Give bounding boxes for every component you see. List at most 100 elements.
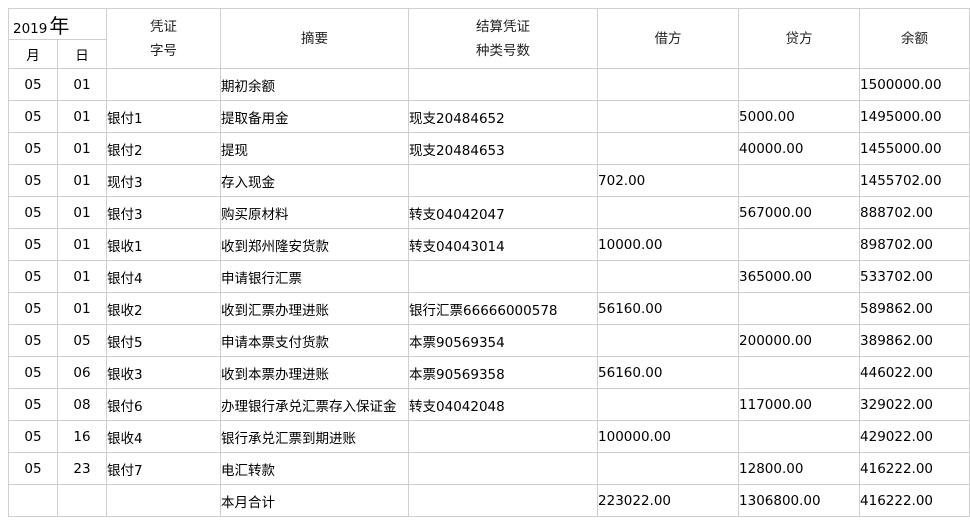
settlement-header-line1: 结算凭证 [476,18,531,35]
summary-cell: 购买原材料 [220,196,410,229]
settlement-cell [408,68,599,101]
voucher-cell: 银收2 [106,292,222,325]
credit-cell [738,420,861,453]
balance-cell: 898702.00 [859,228,970,261]
table-row: 05 08 银付6 办理银行承兑汇票存入保证金 转支04042048 11700… [8,388,970,421]
year-value: 2019 [13,20,48,37]
credit-cell [738,292,861,325]
debit-header: 借方 [597,8,740,69]
debit-cell [597,452,740,485]
summary-cell: 收到本票办理进账 [220,356,410,389]
summary-cell: 收到郑州隆安货款 [220,228,410,261]
balance-cell: 1500000.00 [859,68,970,101]
voucher-cell: 银付5 [106,324,222,357]
debit-cell [597,132,740,165]
voucher-header: 凭证 字号 [106,8,222,69]
day-cell: 01 [56,132,108,165]
month-cell: 05 [8,420,58,453]
summary-header: 摘要 [220,8,410,69]
balance-cell: 329022.00 [859,388,970,421]
debit-cell [597,388,740,421]
table-row: 05 06 银收3 收到本票办理进账 本票90569358 56160.00 4… [8,356,970,389]
day-cell: 05 [56,324,108,357]
credit-cell: 1306800.00 [738,484,861,517]
balance-cell: 533702.00 [859,260,970,293]
table-row: 05 01 银付1 提取备用金 现支20484652 5000.00 14950… [8,100,970,133]
credit-cell [738,68,861,101]
debit-cell: 10000.00 [597,228,740,261]
day-cell: 01 [56,260,108,293]
voucher-header-line1: 凭证 [150,18,178,35]
settlement-cell: 现支20484653 [408,132,599,165]
month-cell [8,484,58,517]
year-label: 年 [49,13,70,38]
day-cell: 01 [56,68,108,101]
settlement-cell [408,452,599,485]
debit-cell: 100000.00 [597,420,740,453]
voucher-cell: 银付4 [106,260,222,293]
voucher-cell: 银付3 [106,196,222,229]
header-row-top: 2019 年 凭证 字号 摘要 结算凭证 种类号数 借方 贷方 余额 [7,8,970,69]
voucher-cell: 银付7 [106,452,222,485]
month-cell: 05 [8,452,58,485]
settlement-header: 结算凭证 种类号数 [408,8,599,69]
summary-cell: 申请本票支付货款 [220,324,410,357]
table-row: 05 01 现付3 存入现金 702.00 1455702.00 [8,164,970,197]
credit-cell: 200000.00 [738,324,861,357]
debit-cell: 223022.00 [597,484,740,517]
day-cell: 16 [56,420,108,453]
month-cell: 05 [8,68,58,101]
balance-cell: 389862.00 [859,324,970,357]
month-cell: 05 [8,324,58,357]
table-row: 05 01 期初余额 1500000.00 [8,68,970,101]
table-row: 05 05 银付5 申请本票支付货款 本票90569354 200000.00 … [8,324,970,357]
debit-cell: 56160.00 [597,292,740,325]
ledger-table: 2019 年 凭证 字号 摘要 结算凭证 种类号数 借方 贷方 余额 月 日 05 0… [7,8,970,517]
credit-cell [738,356,861,389]
day-header: 日 [56,39,108,69]
month-cell: 05 [8,228,58,261]
day-cell: 01 [56,228,108,261]
balance-cell: 429022.00 [859,420,970,453]
day-cell: 01 [56,196,108,229]
debit-cell [597,196,740,229]
day-cell: 01 [56,100,108,133]
credit-cell [738,164,861,197]
voucher-cell: 银付6 [106,388,222,421]
month-header: 月 [8,39,58,69]
settlement-cell: 本票90569354 [408,324,599,357]
debit-cell [597,68,740,101]
voucher-cell: 银付1 [106,100,222,133]
summary-cell: 提取备用金 [220,100,410,133]
summary-cell: 电汇转款 [220,452,410,485]
balance-cell: 1455000.00 [859,132,970,165]
settlement-cell [408,420,599,453]
settlement-cell [408,260,599,293]
credit-cell [738,228,861,261]
settlement-cell: 银行汇票66666000578 [408,292,599,325]
voucher-cell: 现付3 [106,164,222,197]
voucher-cell: 银收1 [106,228,222,261]
table-row: 05 16 银收4 银行承兑汇票到期进账 100000.00 429022.00 [8,420,970,453]
month-cell: 05 [8,260,58,293]
credit-cell: 5000.00 [738,100,861,133]
settlement-cell [408,164,599,197]
month-cell: 05 [8,164,58,197]
summary-cell: 办理银行承兑汇票存入保证金 [220,388,410,421]
balance-cell: 416222.00 [859,484,970,517]
settlement-cell: 转支04042048 [408,388,599,421]
summary-cell: 收到汇票办理进账 [220,292,410,325]
balance-cell: 1455702.00 [859,164,970,197]
balance-header: 余额 [859,8,970,69]
month-cell: 05 [8,196,58,229]
voucher-cell: 银收4 [106,420,222,453]
settlement-cell: 转支04042047 [408,196,599,229]
debit-cell: 56160.00 [597,356,740,389]
voucher-header-line2: 字号 [150,42,178,59]
month-cell: 05 [8,292,58,325]
settlement-header-line2: 种类号数 [476,42,531,59]
debit-cell: 702.00 [597,164,740,197]
voucher-cell [106,68,222,101]
day-cell: 06 [56,356,108,389]
credit-cell: 40000.00 [738,132,861,165]
